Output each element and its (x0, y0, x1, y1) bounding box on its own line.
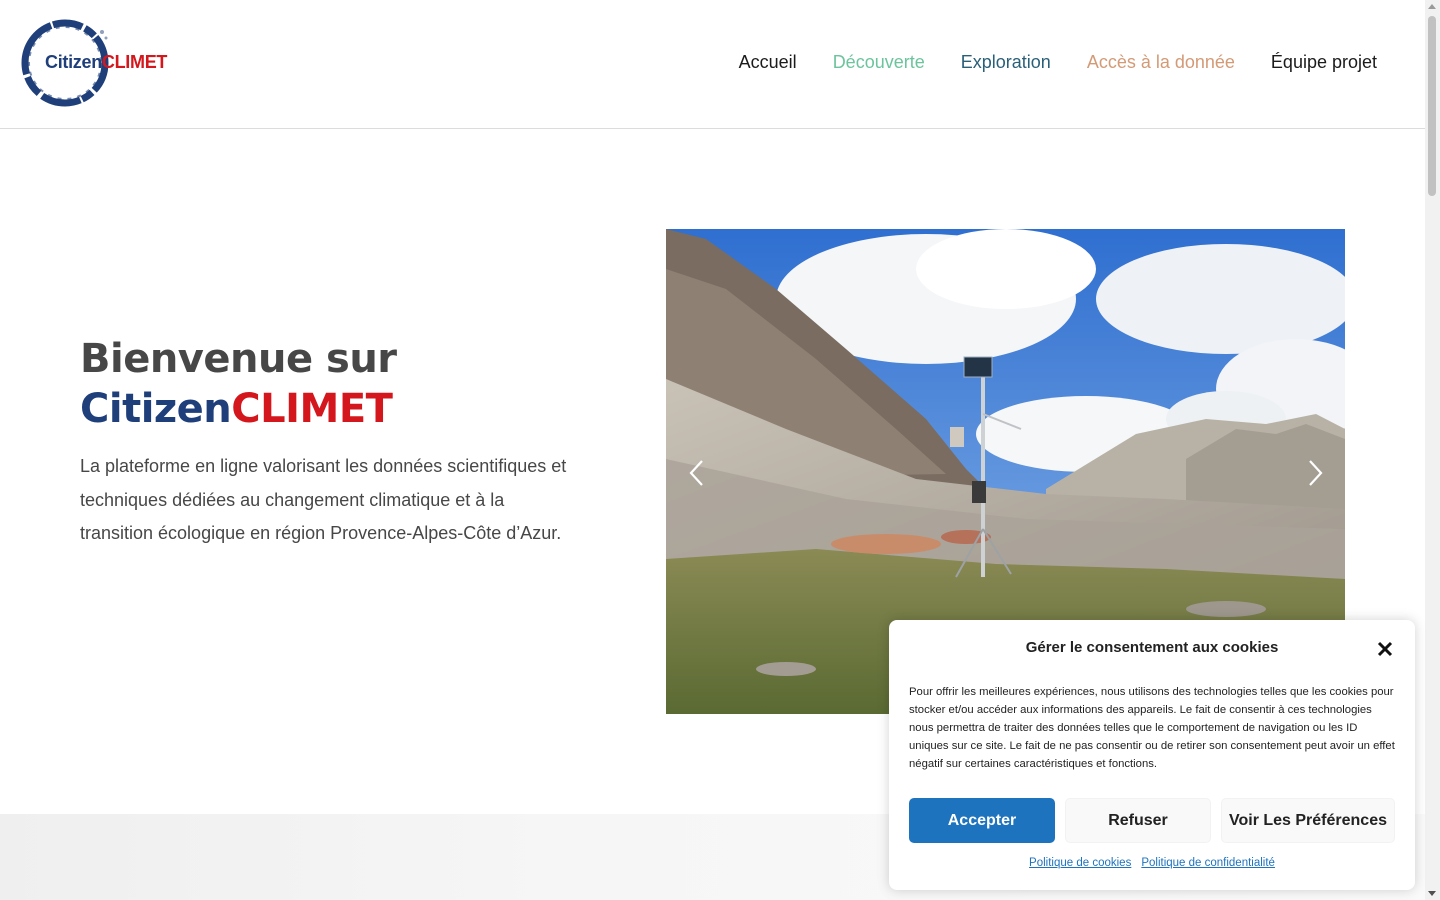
nav-item-decouverte[interactable]: Découverte (833, 52, 925, 73)
hero-title-line1: Bienvenue sur (80, 336, 397, 382)
refuse-cookies-button[interactable]: Refuser (1065, 798, 1211, 843)
nav-item-acces-donnee[interactable]: Accès à la donnée (1087, 52, 1235, 73)
slider-prev-button[interactable] (683, 458, 713, 488)
slider-next-button[interactable] (1299, 458, 1329, 488)
scroll-up-arrow-icon[interactable] (1428, 4, 1436, 9)
nav-item-exploration[interactable]: Exploration (961, 52, 1051, 73)
scroll-down-arrow-icon[interactable] (1428, 891, 1436, 896)
accept-cookies-button[interactable]: Accepter (909, 798, 1055, 843)
cookie-policy-link[interactable]: Politique de cookies (1029, 857, 1131, 869)
scrollbar-thumb[interactable] (1428, 16, 1436, 196)
site-header: CitizenCLIMET Accueil Découverte Explora… (0, 0, 1425, 129)
close-icon[interactable] (1376, 640, 1394, 658)
hero-title-citizen: Citizen (80, 386, 232, 432)
cookie-title: Gérer le consentement aux cookies (1025, 639, 1279, 656)
page-scrollbar[interactable] (1425, 0, 1440, 900)
cookie-links: Politique de cookies Politique de confid… (889, 857, 1415, 869)
view-preferences-button[interactable]: Voir Les Préférences (1221, 798, 1395, 843)
privacy-policy-link[interactable]: Politique de confidentialité (1141, 857, 1275, 869)
hero-title-climet: CLIMET (231, 386, 393, 432)
hero-title: Bienvenue sur CitizenCLIMET (80, 334, 397, 434)
cookie-consent-panel: Gérer le consentement aux cookies Pour o… (889, 620, 1415, 890)
chevron-left-icon (689, 460, 703, 486)
logo-text: CitizenCLIMET (45, 52, 167, 73)
nav-item-accueil[interactable]: Accueil (739, 52, 797, 73)
nav-item-equipe-projet[interactable]: Équipe projet (1271, 52, 1377, 73)
logo-text-climet: CLIMET (101, 52, 168, 72)
logo-text-citizen: Citizen (45, 52, 102, 72)
cookie-message: Pour offrir les meilleures expériences, … (909, 686, 1395, 770)
chevron-right-icon (1309, 460, 1323, 486)
hero-description: La plateforme en ligne valorisant les do… (80, 456, 567, 543)
main-nav: Accueil Découverte Exploration Accès à l… (703, 52, 1377, 73)
site-logo[interactable]: CitizenCLIMET (20, 16, 167, 111)
